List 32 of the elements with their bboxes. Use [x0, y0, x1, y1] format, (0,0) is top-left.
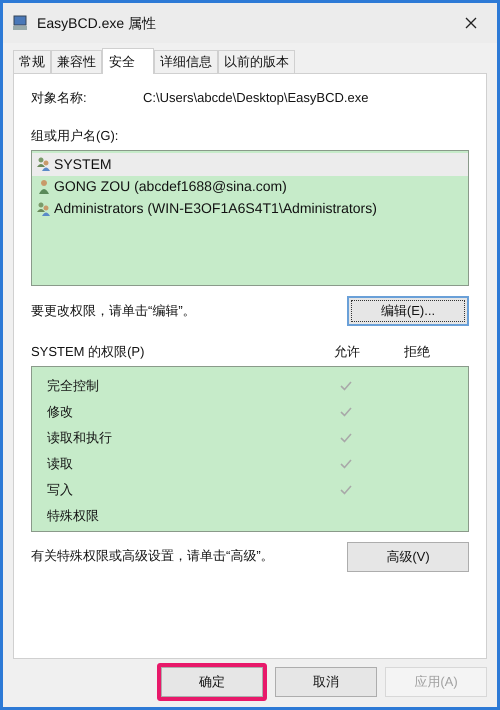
permission-name: 修改: [47, 402, 74, 421]
permission-name: 特殊权限: [47, 506, 100, 525]
edit-hint: 要更改权限，请单击“编辑”。: [31, 302, 196, 320]
tab[interactable]: 常规: [13, 50, 51, 73]
permission-name: 读取和执行: [47, 428, 113, 447]
user-icon: [36, 178, 52, 194]
close-icon[interactable]: [465, 17, 477, 29]
user-list-item[interactable]: Administrators (WIN-E3OF1A6S4T1\Administrators): [32, 198, 468, 220]
user-list-item[interactable]: SYSTEM: [32, 152, 468, 176]
column-header: 拒绝: [403, 342, 431, 361]
computer-icon: [11, 14, 29, 32]
user-group-icon: [36, 200, 52, 216]
tab[interactable]: 详细信息: [154, 50, 218, 73]
permission-name: 写入: [47, 480, 74, 499]
user-list-item[interactable]: GONG ZOU (abcdef1688@sina.com): [32, 176, 468, 198]
advanced-hint: 有关特殊权限或高级设置，请单击“高级”。: [31, 546, 274, 564]
tab[interactable]: 安全: [102, 48, 154, 74]
tab[interactable]: 以前的版本: [218, 50, 295, 73]
dialog-button[interactable]: 取消: [275, 667, 377, 697]
object-name-value: C:\Users\abcde\Desktop\EasyBCD.exe: [143, 89, 368, 108]
object-name-label: 对象名称:: [31, 89, 88, 108]
column-header: 允许: [333, 342, 361, 361]
advanced-button[interactable]: 高级(V): [347, 542, 469, 572]
permissions-label: SYSTEM 的权限(P): [31, 342, 146, 361]
user-group-icon: [36, 156, 52, 172]
edit-button[interactable]: 编辑(E)...: [347, 296, 469, 326]
dialog-button[interactable]: 确定: [161, 667, 263, 697]
window-title: EasyBCD.exe 属性: [37, 14, 158, 33]
tab[interactable]: 兼容性: [51, 50, 102, 73]
permission-name: 读取: [47, 454, 74, 473]
users-label: 组或用户名(G):: [31, 127, 118, 145]
permission-name: 完全控制: [47, 376, 100, 395]
